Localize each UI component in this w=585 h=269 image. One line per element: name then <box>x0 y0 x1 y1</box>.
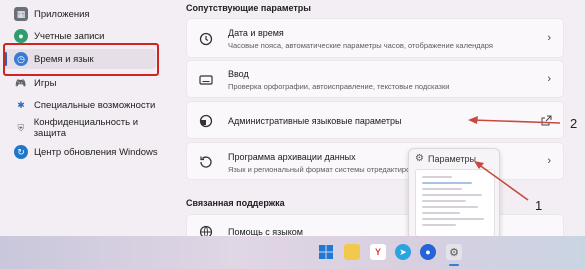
external-link-icon <box>541 115 552 126</box>
active-app-indicator <box>449 264 459 266</box>
chevron-right-icon: › <box>547 32 551 44</box>
settings-app-icon[interactable]: ⚙ <box>446 244 462 260</box>
card-title: Дата и время <box>228 28 284 38</box>
callout-label-1: 1 <box>535 198 543 213</box>
chevron-right-icon: › <box>547 155 551 167</box>
window-thumbnail <box>415 169 495 237</box>
sidebar-item-games[interactable]: 🎮 Игры <box>0 73 170 93</box>
keyboard-icon <box>199 75 213 85</box>
backup-icon <box>200 156 212 168</box>
sidebar-item-label: Учетные записи <box>34 30 105 42</box>
card-subtitle: Язык и региональный формат системы отред… <box>228 165 423 174</box>
highlight-box <box>3 43 159 76</box>
start-button-icon[interactable] <box>318 244 334 260</box>
sidebar: ▦ Приложения ● Учетные записи ◷ Время и … <box>0 0 170 232</box>
related-support-title: Связанная поддержка <box>186 198 285 208</box>
card-input[interactable]: Ввод Проверка орфографии, автоисправлени… <box>186 60 564 98</box>
sidebar-item-accessibility[interactable]: ✱ Специальные возможности <box>0 95 170 115</box>
sidebar-item-label: Игры <box>34 77 57 89</box>
sidebar-item-label: Центр обновления Windows <box>34 146 158 158</box>
chevron-right-icon: › <box>547 73 551 85</box>
card-backup[interactable]: Программа архивации данных Язык и регион… <box>186 142 564 180</box>
shield-icon: ⛨ <box>17 122 25 133</box>
apps-icon: ▦ <box>14 7 28 21</box>
telegram-icon[interactable]: ➤ <box>395 244 411 260</box>
popup-title: Параметры <box>427 153 476 164</box>
admin-language-icon <box>199 114 213 128</box>
settings-gear-icon: ⚙ <box>415 153 424 164</box>
update-icon: ↻ <box>14 145 28 159</box>
sidebar-item-label: Приложения <box>34 8 90 20</box>
card-title: Ввод <box>228 69 249 79</box>
clock-icon <box>199 32 213 46</box>
related-settings-title: Сопутствующие параметры <box>186 3 311 13</box>
file-explorer-icon[interactable] <box>344 244 360 260</box>
accessibility-icon: ✱ <box>17 99 25 110</box>
card-title: Административные языковые параметры <box>228 116 402 126</box>
card-date-time[interactable]: Дата и время Часовые пояса, автоматическ… <box>186 18 564 58</box>
sidebar-item-privacy[interactable]: ⛨ Конфиденциальность и защита <box>0 117 170 139</box>
zoom-icon[interactable]: ● <box>420 244 436 260</box>
card-subtitle: Часовые пояса, автоматические параметры … <box>228 41 493 50</box>
main-content: Сопутствующие параметры Дата и время Час… <box>178 0 578 244</box>
sidebar-item-label: Конфиденциальность и защита <box>33 117 139 139</box>
sidebar-item-apps[interactable]: ▦ Приложения <box>0 4 170 24</box>
popup-header: ⚙ Параметры <box>415 153 476 164</box>
sidebar-item-label: Специальные возможности <box>34 99 156 111</box>
games-icon: 🎮 <box>15 77 27 88</box>
sidebar-item-windows-update[interactable]: ↻ Центр обновления Windows <box>0 142 170 162</box>
callout-label-2: 2 <box>570 116 578 131</box>
card-title: Программа архивации данных <box>228 152 356 162</box>
yandex-browser-icon[interactable]: Y <box>370 244 386 260</box>
card-admin-language[interactable]: Административные языковые параметры <box>186 101 564 139</box>
taskbar-preview-popup[interactable]: ⚙ Параметры <box>408 148 500 240</box>
card-subtitle: Проверка орфографии, автоисправление, те… <box>228 82 450 91</box>
accounts-icon: ● <box>14 29 28 43</box>
taskbar: Y ➤ ● ⚙ <box>0 236 585 269</box>
